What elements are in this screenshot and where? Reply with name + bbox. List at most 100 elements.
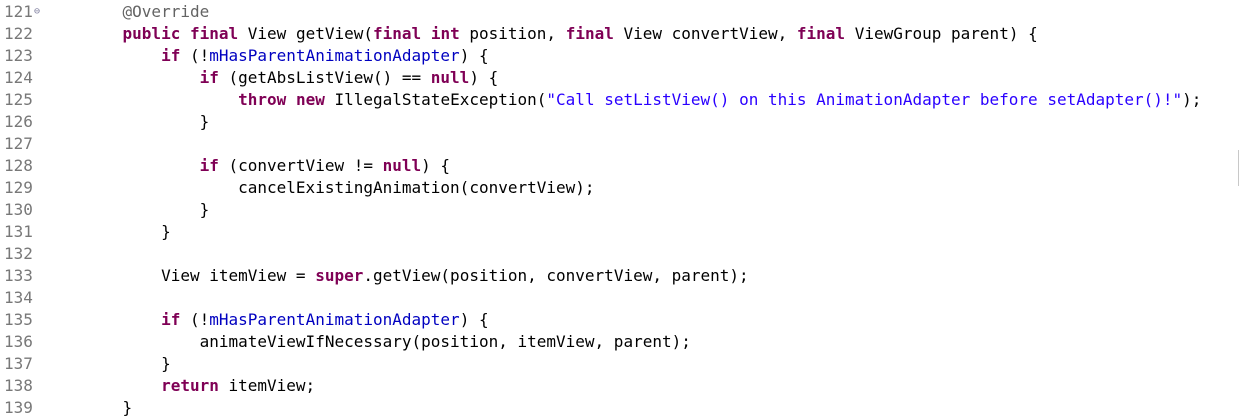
line-number: 128: [4, 156, 33, 175]
code-line[interactable]: 136 animateViewIfNecessary(position, ite…: [0, 331, 1230, 353]
code-text[interactable]: return itemView;: [84, 375, 315, 397]
keyword-token: final: [565, 24, 614, 43]
code-token: }: [84, 200, 210, 219]
code-text[interactable]: }: [84, 199, 210, 221]
code-text[interactable]: View itemView = super.getView(position, …: [84, 265, 749, 287]
code-line[interactable]: 127: [0, 133, 1230, 155]
code-line[interactable]: 139 }: [0, 397, 1230, 418]
line-number-gutter: 129: [4, 177, 52, 199]
code-token: (convertView !=: [218, 156, 383, 175]
code-text[interactable]: if (getAbsListView() == null) {: [84, 67, 499, 89]
line-number-gutter: 124: [4, 67, 52, 89]
code-line[interactable]: 123 if (!mHasParentAnimationAdapter) {: [0, 45, 1230, 67]
annotation-token: @Override: [84, 2, 210, 21]
code-line[interactable]: 131 }: [0, 221, 1230, 243]
keyword-token: super: [315, 266, 364, 285]
line-number-gutter: 139: [4, 397, 52, 418]
code-text[interactable]: @Override: [84, 1, 210, 23]
code-text[interactable]: }: [84, 397, 133, 418]
line-number-gutter: 127: [4, 133, 52, 155]
code-token: itemView;: [218, 376, 316, 395]
keyword-token: return: [161, 376, 219, 395]
code-text[interactable]: throw new IllegalStateException("Call se…: [84, 89, 1201, 111]
keyword-token: public: [122, 24, 181, 43]
line-number: 126: [4, 112, 33, 131]
code-line[interactable]: 129 cancelExistingAnimation(convertView)…: [0, 177, 1230, 199]
line-number: 125: [4, 90, 33, 109]
line-number: 134: [4, 288, 33, 307]
keyword-token: final: [373, 24, 422, 43]
line-number-gutter: 138: [4, 375, 52, 397]
code-line[interactable]: 130 }: [0, 199, 1230, 221]
code-line[interactable]: 134: [0, 287, 1230, 309]
line-number: 137: [4, 354, 33, 373]
line-number: 129: [4, 178, 33, 197]
code-editor[interactable]: 121 ⊖ @Override 122 public final View getV…: [0, 0, 1242, 418]
field-token: mHasParentAnimationAdapter: [209, 310, 460, 329]
code-token: IllegalStateException(: [324, 90, 547, 109]
code-text[interactable]: }: [84, 221, 171, 243]
code-line[interactable]: 122 public final View getView(final int …: [0, 23, 1230, 45]
code-token: }: [84, 398, 133, 417]
keyword-token: new: [295, 90, 325, 109]
code-token: );: [1182, 90, 1202, 109]
line-number-gutter: 136: [4, 331, 52, 353]
code-text[interactable]: cancelExistingAnimation(convertView);: [84, 177, 594, 199]
code-text[interactable]: }: [84, 353, 171, 375]
line-number-gutter: 135: [4, 309, 52, 331]
line-number: 136: [4, 332, 33, 351]
string-literal-token: "Call setListView() on this AnimationAda…: [546, 90, 1183, 109]
keyword-token: final: [796, 24, 846, 43]
code-line[interactable]: 128 if (convertView != null) {: [0, 155, 1230, 177]
fold-collapse-icon[interactable]: ⊖: [34, 1, 40, 23]
code-token: position,: [459, 24, 566, 43]
line-number-gutter: 126: [4, 111, 52, 133]
code-token: }: [84, 354, 171, 373]
code-line[interactable]: 124 if (getAbsListView() == null) {: [0, 67, 1230, 89]
code-token: ViewGroup parent) {: [845, 24, 1038, 43]
line-number-gutter: 125: [4, 89, 52, 111]
line-number: 138: [4, 376, 33, 395]
code-line[interactable]: 135 if (!mHasParentAnimationAdapter) {: [0, 309, 1230, 331]
code-token: .getView(position, convertView, parent);: [363, 266, 749, 285]
keyword-token: int: [430, 24, 460, 43]
code-text[interactable]: if (!mHasParentAnimationAdapter) {: [84, 45, 489, 67]
code-token: (!: [180, 310, 210, 329]
line-number-gutter: 128: [4, 155, 52, 177]
code-text[interactable]: if (!mHasParentAnimationAdapter) {: [84, 309, 489, 331]
line-number: 124: [4, 68, 33, 87]
code-line[interactable]: 133 View itemView = super.getView(positi…: [0, 265, 1230, 287]
code-line[interactable]: 125 throw new IllegalStateException("Cal…: [0, 89, 1230, 111]
line-number-gutter: 131: [4, 221, 52, 243]
line-number: 131: [4, 222, 33, 241]
overview-ruler: [1238, 150, 1242, 186]
code-text[interactable]: if (convertView != null) {: [84, 155, 450, 177]
line-number-gutter: 132: [4, 243, 52, 265]
code-token: (!: [180, 46, 210, 65]
code-line[interactable]: 121 ⊖ @Override: [0, 1, 1230, 23]
keyword-token: throw: [238, 90, 287, 109]
line-number-gutter: 130: [4, 199, 52, 221]
line-number: 133: [4, 266, 33, 285]
code-text[interactable]: }: [84, 111, 210, 133]
line-number-gutter: 137: [4, 353, 52, 375]
line-number: 122: [4, 24, 33, 43]
code-line[interactable]: 132: [0, 243, 1230, 265]
code-line[interactable]: 126 }: [0, 111, 1230, 133]
code-token: }: [84, 222, 171, 241]
line-number-gutter: 133: [4, 265, 52, 287]
code-text[interactable]: animateViewIfNecessary(position, itemVie…: [84, 331, 691, 353]
code-line[interactable]: 138 return itemView;: [0, 375, 1230, 397]
code-text[interactable]: public final View getView(final int posi…: [84, 23, 1038, 45]
line-number-gutter: 121 ⊖: [4, 1, 52, 23]
code-line[interactable]: 137 }: [0, 353, 1230, 375]
